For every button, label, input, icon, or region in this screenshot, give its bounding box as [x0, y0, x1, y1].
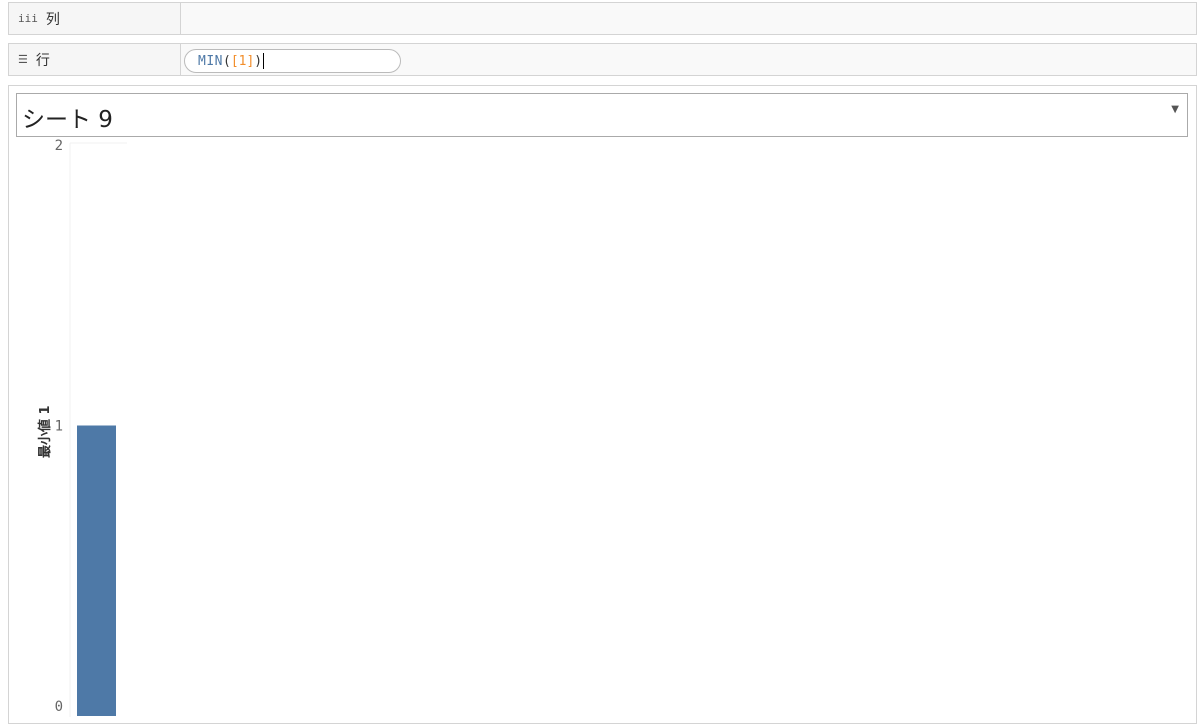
columns-shelf-label: 列: [45, 11, 60, 28]
pill-open-paren: (: [222, 53, 231, 69]
rows-shelf-label-area: ☰ 行: [9, 44, 181, 75]
rows-shelf-label: 行: [35, 52, 50, 69]
y-tick-label: 1: [55, 419, 63, 435]
columns-shelf[interactable]: iii 列: [8, 2, 1197, 35]
bar-chart: 0 1 2: [55, 138, 127, 717]
pill-field: [1]: [230, 53, 255, 69]
pill-function: MIN: [198, 53, 223, 69]
rows-drop-zone[interactable]: MIN([1]): [181, 44, 1196, 75]
columns-icon: iii: [18, 12, 38, 25]
worksheet-view: シート 9 ▼ 最小値 1 012: [8, 85, 1197, 724]
columns-shelf-label-area: iii 列: [9, 3, 181, 34]
y-tick-label: 0: [55, 699, 63, 715]
y-tick-label: 2: [55, 138, 63, 154]
bar[interactable]: [77, 425, 116, 717]
text-cursor: [263, 53, 265, 69]
pill-close-paren: ): [254, 53, 263, 69]
rows-icon: ☰: [18, 53, 28, 66]
calculation-pill[interactable]: MIN([1]): [184, 49, 401, 73]
y-axis-ticks: 0 1 2: [55, 138, 63, 715]
bar-group: [77, 425, 116, 717]
rows-shelf[interactable]: ☰ 行 MIN([1]): [8, 43, 1197, 76]
columns-drop-zone[interactable]: [181, 3, 1196, 34]
